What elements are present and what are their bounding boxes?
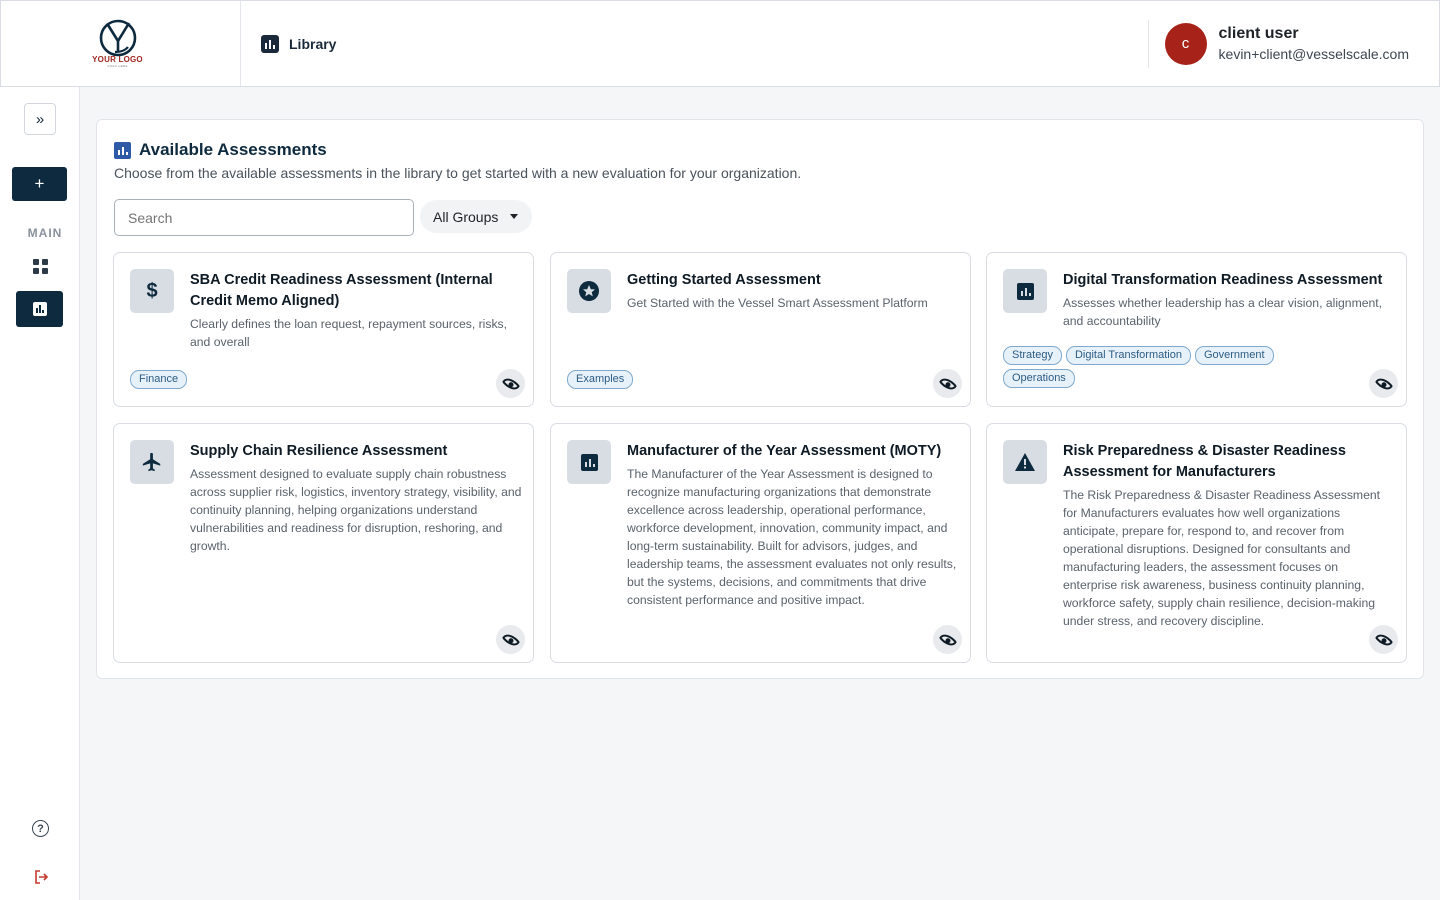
dollar-icon: $ bbox=[130, 269, 174, 313]
tag[interactable]: Operations bbox=[1003, 369, 1075, 388]
chevrons-right-icon: » bbox=[35, 110, 45, 128]
assessment-card[interactable]: Supply Chain Resilience Assessment Asses… bbox=[113, 423, 534, 663]
panel-subtitle: Choose from the available assessments in… bbox=[114, 165, 802, 181]
star-circle-icon bbox=[567, 269, 611, 313]
dashboard-grid-icon[interactable] bbox=[33, 259, 48, 274]
panel-header: Available Assessments bbox=[114, 140, 327, 160]
bar-chart-icon bbox=[567, 440, 611, 484]
card-description: Assesses whether leadership has a clear … bbox=[1063, 296, 1383, 328]
logout-icon[interactable] bbox=[32, 868, 49, 885]
user-name: client user bbox=[1218, 25, 1299, 42]
page-title: Library bbox=[289, 35, 337, 52]
search-input[interactable] bbox=[114, 199, 414, 236]
card-tags: Examples bbox=[567, 370, 867, 389]
bar-chart-icon bbox=[261, 34, 279, 53]
sidebar-item-library[interactable] bbox=[16, 291, 63, 327]
card-description: Assessment designed to evaluate supply c… bbox=[190, 467, 522, 553]
card-tags: Finance bbox=[130, 370, 430, 389]
avatar[interactable]: c bbox=[1164, 22, 1207, 65]
assessment-card[interactable]: Manufacturer of the Year Assessment (MOT… bbox=[550, 423, 971, 663]
tag[interactable]: Examples bbox=[567, 370, 634, 389]
bar-chart-icon bbox=[32, 302, 47, 316]
card-description: Clearly defines the loan request, repaym… bbox=[190, 317, 508, 349]
logo-subtext: GOES HERE bbox=[107, 64, 128, 68]
assessment-card[interactable]: $ SBA Credit Readiness Assessment (Inter… bbox=[113, 252, 534, 407]
assessment-card[interactable]: Risk Preparedness & Disaster Readiness A… bbox=[986, 423, 1407, 663]
tag[interactable]: Finance bbox=[130, 370, 188, 389]
group-filter-dropdown[interactable]: All Groups bbox=[420, 200, 532, 233]
eye-icon bbox=[938, 630, 957, 649]
card-title: Supply Chain Resilience Assessment bbox=[190, 443, 448, 459]
airplane-icon bbox=[130, 440, 174, 484]
card-title: SBA Credit Readiness Assessment (Interna… bbox=[190, 272, 493, 309]
group-filter-value: All Groups bbox=[433, 208, 499, 225]
view-button[interactable] bbox=[933, 369, 962, 398]
tag[interactable]: Digital Transformation bbox=[1065, 346, 1191, 365]
question-circle-icon[interactable]: ? bbox=[32, 820, 49, 837]
user-email: kevin+client@vesselscale.com bbox=[1218, 46, 1409, 62]
eye-icon bbox=[501, 374, 520, 393]
card-title: Risk Preparedness & Disaster Readiness A… bbox=[1063, 443, 1346, 480]
eye-icon bbox=[1374, 630, 1393, 649]
logo[interactable]: YOUR LOGO GOES HERE bbox=[1, 1, 241, 86]
eye-icon bbox=[938, 374, 957, 393]
card-tags: Strategy Digital Transformation Governme… bbox=[1003, 346, 1303, 388]
tag[interactable]: Strategy bbox=[1003, 346, 1062, 365]
card-title: Getting Started Assessment bbox=[627, 272, 821, 288]
card-title: Manufacturer of the Year Assessment (MOT… bbox=[627, 443, 942, 459]
logo-text: YOUR LOGO bbox=[92, 55, 143, 64]
bar-chart-icon bbox=[114, 141, 131, 159]
bar-chart-icon bbox=[1003, 269, 1047, 313]
add-assessment-button[interactable]: + bbox=[12, 167, 67, 201]
card-description: The Risk Preparedness & Disaster Readine… bbox=[1063, 488, 1381, 628]
caret-down-icon bbox=[510, 214, 519, 219]
user-menu[interactable]: c client user kevin+client@vesselscale.c… bbox=[1147, 19, 1439, 68]
warning-icon bbox=[1003, 440, 1047, 484]
assessment-card[interactable]: Digital Transformation Readiness Assessm… bbox=[986, 252, 1407, 407]
view-button[interactable] bbox=[933, 625, 962, 654]
view-button[interactable] bbox=[1369, 625, 1398, 654]
card-description: The Manufacturer of the Year Assessment … bbox=[627, 467, 957, 607]
breadcrumb: Library bbox=[261, 34, 337, 53]
top-header: YOUR LOGO GOES HERE Library c client use… bbox=[0, 0, 1440, 87]
view-button[interactable] bbox=[496, 369, 525, 398]
tag[interactable]: Government bbox=[1194, 346, 1274, 365]
card-description: Get Started with the Vessel Smart Assess… bbox=[627, 296, 928, 310]
eye-icon bbox=[1374, 374, 1393, 393]
sidebar: » + MAIN ? bbox=[0, 87, 80, 900]
panel-title: Available Assessments bbox=[139, 140, 327, 159]
eye-icon bbox=[501, 630, 520, 649]
card-title: Digital Transformation Readiness Assessm… bbox=[1063, 272, 1383, 288]
sidebar-section-label: MAIN bbox=[27, 226, 63, 240]
sidebar-expand-button[interactable]: » bbox=[24, 103, 56, 135]
logo-icon bbox=[99, 19, 136, 57]
assessment-card[interactable]: Getting Started Assessment Get Started w… bbox=[550, 252, 971, 407]
assessments-panel: Available Assessments Choose from the av… bbox=[96, 119, 1424, 679]
view-button[interactable] bbox=[496, 625, 525, 654]
view-button[interactable] bbox=[1369, 369, 1398, 398]
